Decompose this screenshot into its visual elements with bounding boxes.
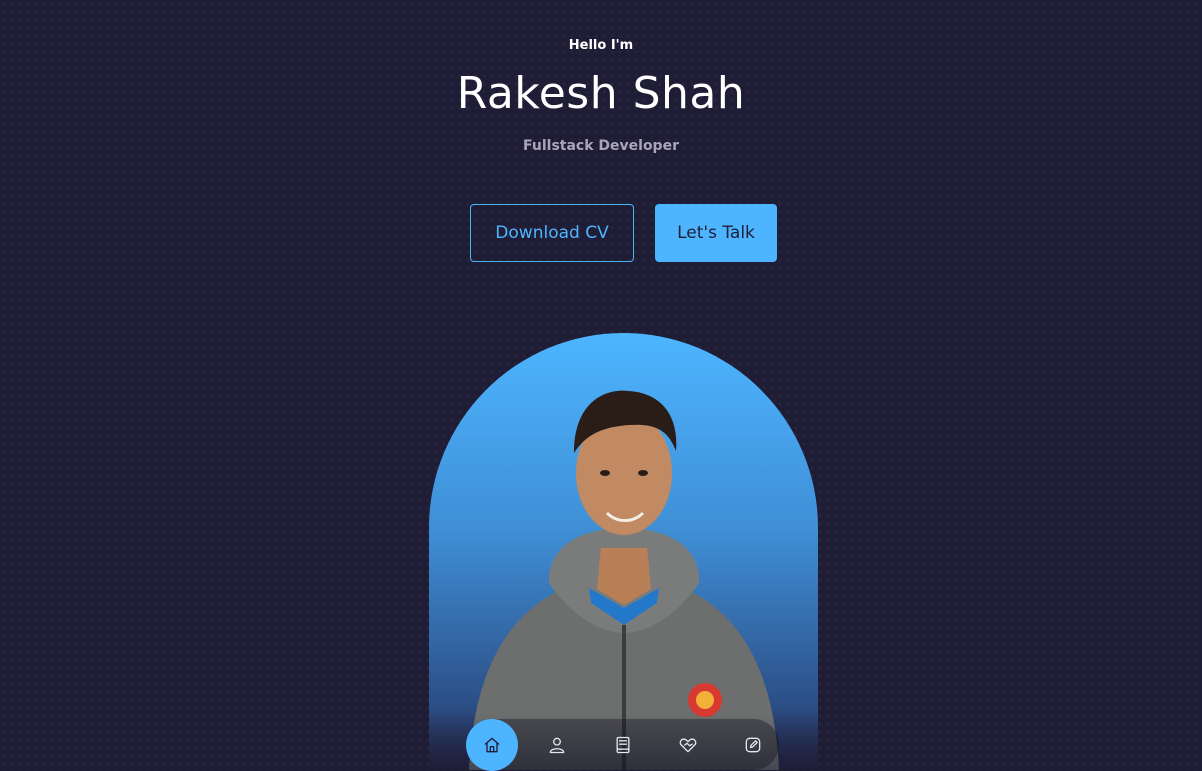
bottom-nav (466, 718, 779, 771)
book-icon (616, 736, 629, 753)
nav-services[interactable] (662, 719, 714, 771)
profile-photo (429, 390, 818, 770)
nav-home[interactable] (466, 718, 518, 771)
hero-name: Rakesh Shah (456, 68, 746, 119)
greeting: Hello I'm (568, 38, 634, 53)
services-icon (679, 737, 697, 752)
edit-icon (745, 737, 761, 752)
nav-contact[interactable] (727, 719, 779, 771)
user-icon (549, 737, 565, 753)
nav-experience[interactable] (597, 719, 649, 771)
home-icon (484, 737, 500, 752)
lets-talk-button[interactable]: Let's Talk (655, 204, 777, 262)
nav-about[interactable] (531, 719, 583, 771)
portrait-frame (429, 333, 818, 770)
download-cv-button[interactable]: Download CV (470, 204, 634, 262)
hero-role: Fullstack Developer (523, 138, 679, 154)
